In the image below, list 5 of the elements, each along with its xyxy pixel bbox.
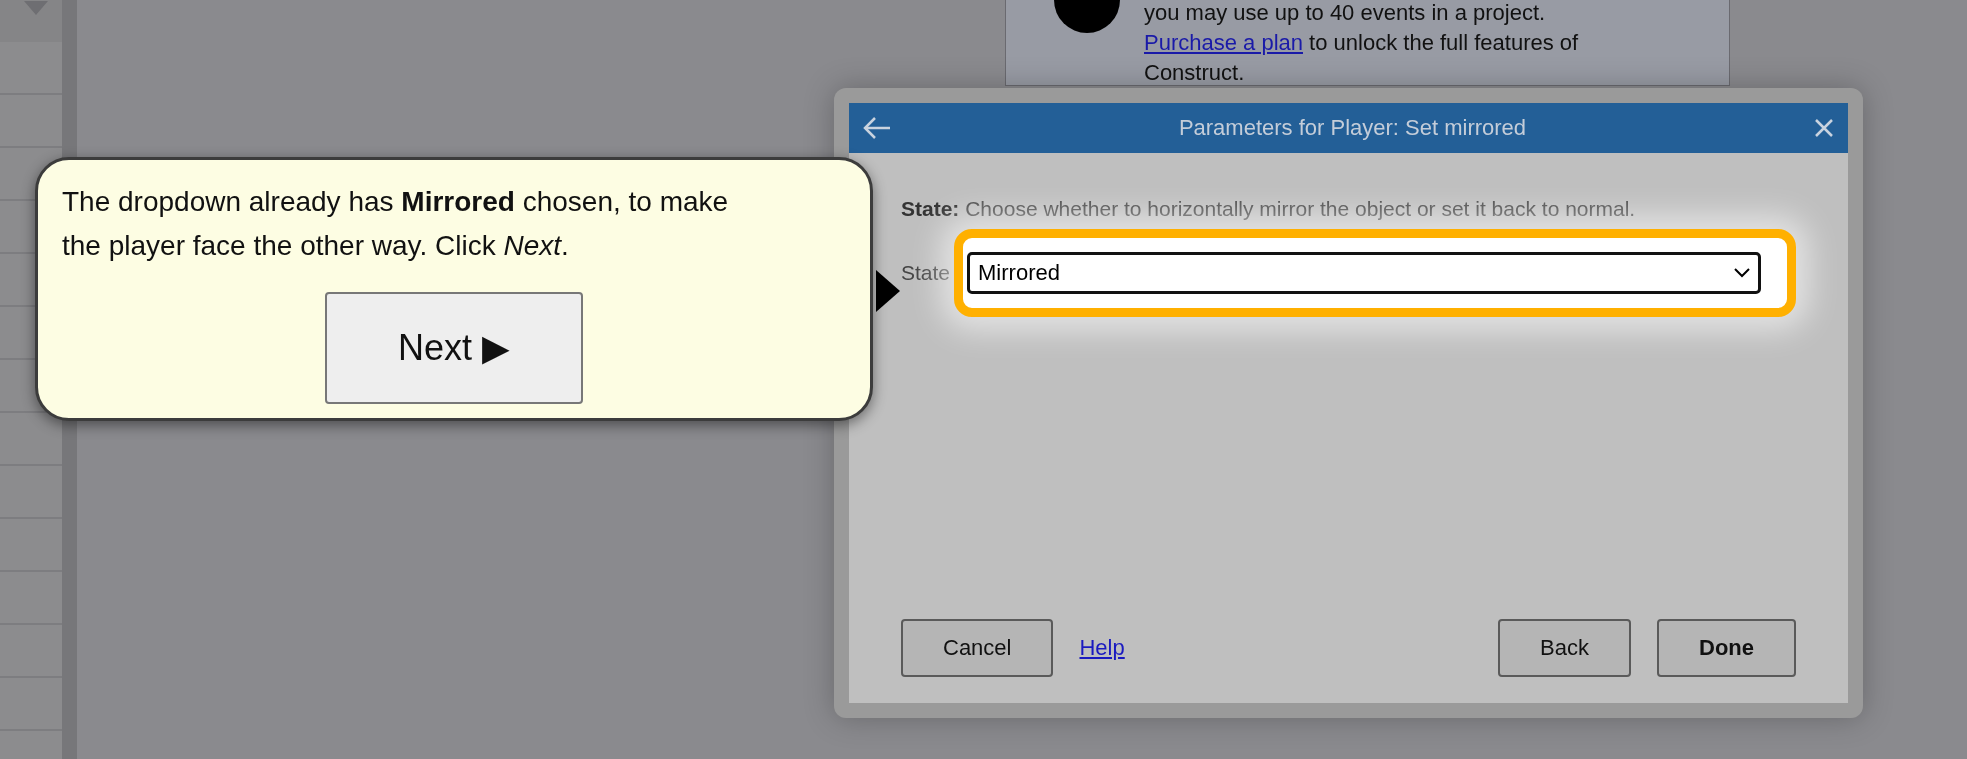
tutorial-text: The dropdown already has Mirrored chosen, to make the player face the other way. Click Next. xyxy=(62,185,730,263)
dialog-title: Parameters for Player: Set mirrored xyxy=(1177,115,1528,141)
field-label: State xyxy=(901,261,951,285)
notice-text: you may use up to 40 events in a project. Purchase a plan to unlock the full features of Construct. xyxy=(1144,0,1580,85)
parameter-description: State: Choose whether to horizontally mirror the object or set it back to normal. xyxy=(901,196,1637,222)
